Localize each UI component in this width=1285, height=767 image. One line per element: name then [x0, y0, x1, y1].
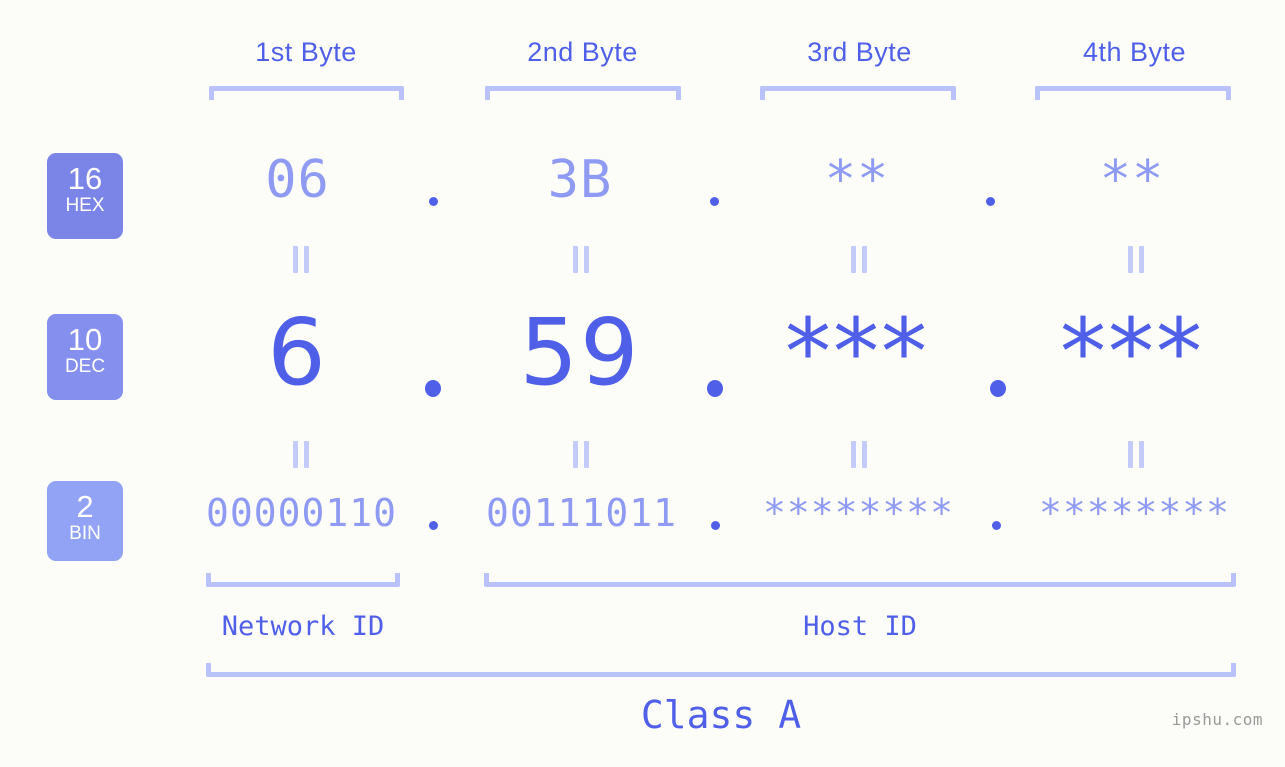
- equality-connector-hex-dec-2: [571, 246, 591, 273]
- byte-header-3: 3rd Byte: [807, 37, 912, 67]
- radix-badge-bin-number: 2: [76, 489, 94, 524]
- network-id-bracket: [206, 573, 400, 587]
- bin-separator-dot-2: [711, 521, 720, 530]
- equality-connector-hex-dec-4: [1126, 246, 1146, 273]
- radix-badge-hex: 16 HEX: [47, 153, 123, 239]
- hex-separator-dot-1: [429, 197, 438, 206]
- equality-connector-dec-bin-4: [1126, 441, 1146, 468]
- host-id-label: Host ID: [803, 611, 917, 642]
- bin-byte-1: 00000110: [205, 491, 398, 535]
- dec-separator-dot-1: [425, 380, 441, 397]
- bin-separator-dot-3: [992, 521, 1001, 530]
- bin-separator-dot-1: [429, 521, 438, 530]
- network-id-label: Network ID: [221, 611, 385, 642]
- host-id-bracket: [484, 573, 1236, 587]
- dec-byte-4: ***: [1060, 299, 1204, 406]
- hex-separator-dot-2: [710, 197, 719, 206]
- byte-bracket-3: [760, 86, 956, 100]
- hex-separator-dot-3: [986, 197, 995, 206]
- watermark: ipshu.com: [1171, 710, 1263, 729]
- byte-header-1: 1st Byte: [255, 37, 357, 67]
- radix-badge-hex-number: 16: [67, 161, 103, 196]
- dec-byte-2: 59: [519, 299, 641, 406]
- byte-bracket-2: [485, 86, 681, 100]
- dec-byte-3: ***: [785, 299, 929, 406]
- equality-connector-dec-bin-3: [849, 441, 869, 468]
- equality-connector-dec-bin-1: [291, 441, 311, 468]
- byte-header-2: 2nd Byte: [527, 37, 638, 67]
- bin-byte-2: 00111011: [485, 491, 678, 535]
- hex-byte-4: **: [1099, 150, 1165, 210]
- bin-byte-3: ********: [762, 491, 955, 535]
- ip-address-breakdown-diagram: 1st Byte 2nd Byte 3rd Byte 4th Byte 16 H…: [0, 0, 1285, 767]
- byte-header-4: 4th Byte: [1082, 37, 1187, 67]
- dec-separator-dot-2: [707, 380, 723, 397]
- radix-badge-bin: 2 BIN: [47, 481, 123, 561]
- hex-byte-2: 3B: [547, 150, 613, 210]
- equality-connector-hex-dec-3: [849, 246, 869, 273]
- hex-byte-3: **: [824, 150, 890, 210]
- class-bracket: [206, 663, 1236, 677]
- bin-byte-4: ********: [1038, 491, 1231, 535]
- dec-separator-dot-3: [990, 380, 1006, 397]
- equality-connector-hex-dec-1: [291, 246, 311, 273]
- radix-badge-dec: 10 DEC: [47, 314, 123, 400]
- byte-bracket-4: [1035, 86, 1231, 100]
- equality-connector-dec-bin-2: [571, 441, 591, 468]
- class-label: Class A: [640, 693, 802, 737]
- dec-byte-1: 6: [267, 299, 328, 406]
- radix-badge-dec-label: DEC: [64, 356, 106, 377]
- radix-badge-hex-label: HEX: [65, 195, 105, 216]
- hex-byte-1: 06: [265, 150, 330, 210]
- radix-badge-dec-number: 10: [67, 322, 103, 357]
- radix-badge-bin-label: BIN: [69, 523, 101, 544]
- byte-bracket-1: [209, 86, 404, 100]
